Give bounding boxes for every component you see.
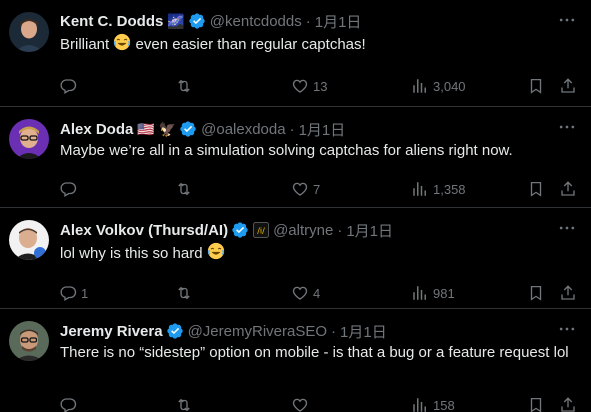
separator-dot: ·	[305, 12, 311, 30]
separator-dot: ·	[289, 120, 295, 138]
tweet-actions: 13 3,040	[59, 76, 575, 96]
tweet-actions: 7 1,358	[59, 179, 575, 199]
heart-icon	[292, 79, 308, 93]
tweet[interactable]: Alex Volkov (Thursd/AI) /i/ @altryne · 1…	[0, 208, 591, 309]
like-button[interactable]: 4	[291, 284, 320, 302]
views-button[interactable]: 158	[411, 396, 455, 412]
timestamp[interactable]: 1月1日	[340, 321, 387, 342]
laughing-emoji-icon	[114, 33, 131, 51]
tweet-text: lol why is this so hard	[60, 242, 575, 264]
views-button[interactable]: 981	[411, 284, 455, 302]
repost-icon	[178, 182, 190, 196]
author-name[interactable]: Alex Doda	[60, 121, 133, 138]
views-button[interactable]: 1,358	[411, 180, 466, 198]
author-handle[interactable]: @JeremyRiveraSEO	[188, 323, 327, 340]
bookmark-button[interactable]	[527, 396, 545, 412]
share-icon	[561, 181, 575, 196]
reply-icon	[60, 182, 77, 197]
heart-icon	[292, 286, 308, 300]
share-icon	[561, 397, 575, 412]
repost-button[interactable]	[175, 77, 197, 95]
share-button[interactable]	[559, 284, 577, 302]
tweet-header: Alex Doda 🇺🇸 🦅 @oalexdoda · 1月1日	[60, 119, 575, 139]
affiliate-badge-icon[interactable]: /i/	[253, 222, 270, 238]
timestamp[interactable]: 1月1日	[299, 119, 346, 140]
repost-icon	[178, 79, 190, 93]
avatar[interactable]	[9, 12, 49, 52]
repost-button[interactable]	[175, 180, 197, 198]
share-button[interactable]	[559, 77, 577, 95]
reply-icon	[60, 79, 77, 94]
tweet-text: There is no “sidestep” option on mobile …	[60, 344, 569, 361]
avatar[interactable]	[9, 321, 49, 361]
share-icon	[561, 78, 575, 93]
reply-button[interactable]	[59, 180, 81, 198]
bookmark-icon	[530, 397, 542, 412]
bookmark-icon	[530, 181, 542, 197]
heart-icon	[292, 398, 308, 412]
views-chart-icon	[413, 286, 426, 300]
reply-icon	[60, 398, 77, 412]
share-icon	[561, 285, 575, 300]
tweet[interactable]: Alex Doda 🇺🇸 🦅 @oalexdoda · 1月1日 Maybe w…	[0, 107, 591, 208]
like-button[interactable]: 7	[291, 180, 320, 198]
tweet-feed: Kent C. Dodds 🌌 @kentcdodds · 1月1日 Brill…	[0, 0, 591, 412]
repost-button[interactable]	[175, 284, 197, 302]
verified-badge-icon	[232, 222, 248, 238]
more-options-icon[interactable]	[557, 319, 577, 339]
svg-text:/i/: /i/	[257, 227, 265, 236]
like-button[interactable]: 13	[291, 77, 327, 95]
views-chart-icon	[413, 79, 426, 93]
timestamp[interactable]: 1月1日	[346, 220, 393, 241]
tweet-actions: 158	[59, 395, 575, 412]
author-handle[interactable]: @altryne	[273, 222, 333, 239]
reply-button[interactable]: 1	[59, 284, 88, 302]
tweet-text: Maybe we’re all in a simulation solving …	[60, 142, 513, 159]
bookmark-button[interactable]	[527, 284, 545, 302]
avatar[interactable]	[9, 119, 49, 159]
reply-icon	[60, 286, 77, 301]
tweet-header: Alex Volkov (Thursd/AI) /i/ @altryne · 1…	[60, 220, 575, 240]
author-handle[interactable]: @oalexdoda	[201, 121, 285, 138]
repost-icon	[178, 286, 190, 300]
bookmark-button[interactable]	[527, 180, 545, 198]
tweet[interactable]: Jeremy Rivera @JeremyRiveraSEO · 1月1日 Th…	[0, 309, 591, 412]
tweet-actions: 1 4 981	[59, 283, 575, 303]
bookmark-icon	[530, 78, 542, 94]
verified-badge-icon	[189, 13, 205, 29]
bookmark-icon	[530, 285, 542, 301]
views-chart-icon	[413, 182, 426, 196]
name-emoji: 🇺🇸 🦅	[137, 121, 177, 137]
author-name[interactable]: Alex Volkov (Thursd/AI)	[60, 222, 228, 239]
more-options-icon[interactable]	[557, 117, 577, 137]
name-emoji: 🌌	[167, 13, 185, 29]
tweet-header: Jeremy Rivera @JeremyRiveraSEO · 1月1日	[60, 321, 575, 341]
tweet[interactable]: Kent C. Dodds 🌌 @kentcdodds · 1月1日 Brill…	[0, 0, 591, 107]
repost-icon	[178, 398, 190, 412]
verified-badge-icon	[166, 323, 183, 339]
timestamp[interactable]: 1月1日	[315, 11, 362, 32]
reply-button[interactable]	[59, 396, 81, 412]
views-chart-icon	[413, 398, 426, 412]
laughing-emoji-icon	[207, 242, 224, 260]
heart-icon	[292, 182, 308, 196]
reply-button[interactable]	[59, 77, 81, 95]
tweet-header: Kent C. Dodds 🌌 @kentcdodds · 1月1日	[60, 11, 575, 31]
avatar[interactable]	[9, 220, 49, 260]
author-handle[interactable]: @kentcdodds	[210, 13, 302, 30]
repost-button[interactable]	[175, 396, 197, 412]
separator-dot: ·	[331, 322, 337, 340]
author-name[interactable]: Kent C. Dodds	[60, 13, 163, 30]
like-button[interactable]	[291, 396, 313, 412]
share-button[interactable]	[559, 180, 577, 198]
author-name[interactable]: Jeremy Rivera	[60, 323, 163, 340]
bookmark-button[interactable]	[527, 77, 545, 95]
verified-badge-icon	[180, 121, 196, 137]
more-options-icon[interactable]	[557, 218, 577, 238]
views-button[interactable]: 3,040	[411, 77, 466, 95]
share-button[interactable]	[559, 396, 577, 412]
separator-dot: ·	[337, 221, 343, 239]
tweet-text: Brilliant even easier than regular captc…	[60, 33, 575, 55]
more-options-icon[interactable]	[557, 10, 577, 30]
